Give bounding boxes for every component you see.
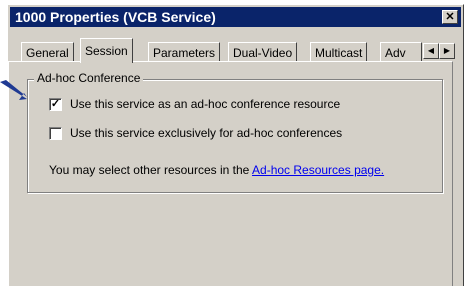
checkmark-icon: ✓ — [50, 98, 61, 110]
callout-arrow-icon — [0, 80, 27, 100]
group-title: Ad-hoc Conference — [34, 71, 144, 85]
close-button[interactable]: ✕ — [442, 10, 458, 24]
resources-note-text: You may select other resources in the — [49, 163, 253, 177]
ad-hoc-resource-checkbox[interactable]: ✓ — [49, 98, 62, 111]
tab-advanced[interactable]: Adv — [380, 42, 422, 62]
tab-session[interactable]: Session — [80, 38, 133, 63]
ad-hoc-resource-label[interactable]: Use this service as an ad-hoc conference… — [70, 97, 340, 111]
tab-scroll-left-button[interactable]: ◀ — [423, 43, 439, 59]
ad-hoc-resources-link[interactable]: Ad-hoc Resources page. — [252, 163, 384, 177]
exclusive-ad-hoc-checkbox[interactable] — [49, 127, 62, 140]
tab-parameters[interactable]: Parameters — [148, 42, 221, 62]
window-title: 1000 Properties (VCB Service) — [15, 9, 216, 25]
tab-general[interactable]: General — [21, 42, 74, 62]
tab-multicast[interactable]: Multicast — [310, 42, 368, 62]
resources-note: You may select other resources in the Ad… — [49, 163, 384, 177]
tab-dual-video[interactable]: Dual-Video — [228, 42, 298, 62]
arrow-shape — [0, 80, 27, 100]
tab-scroll-right-button[interactable]: ▶ — [439, 43, 455, 59]
exclusive-ad-hoc-label[interactable]: Use this service exclusively for ad-hoc … — [70, 126, 342, 140]
title-bar[interactable]: 1000 Properties (VCB Service) ✕ — [10, 7, 461, 27]
